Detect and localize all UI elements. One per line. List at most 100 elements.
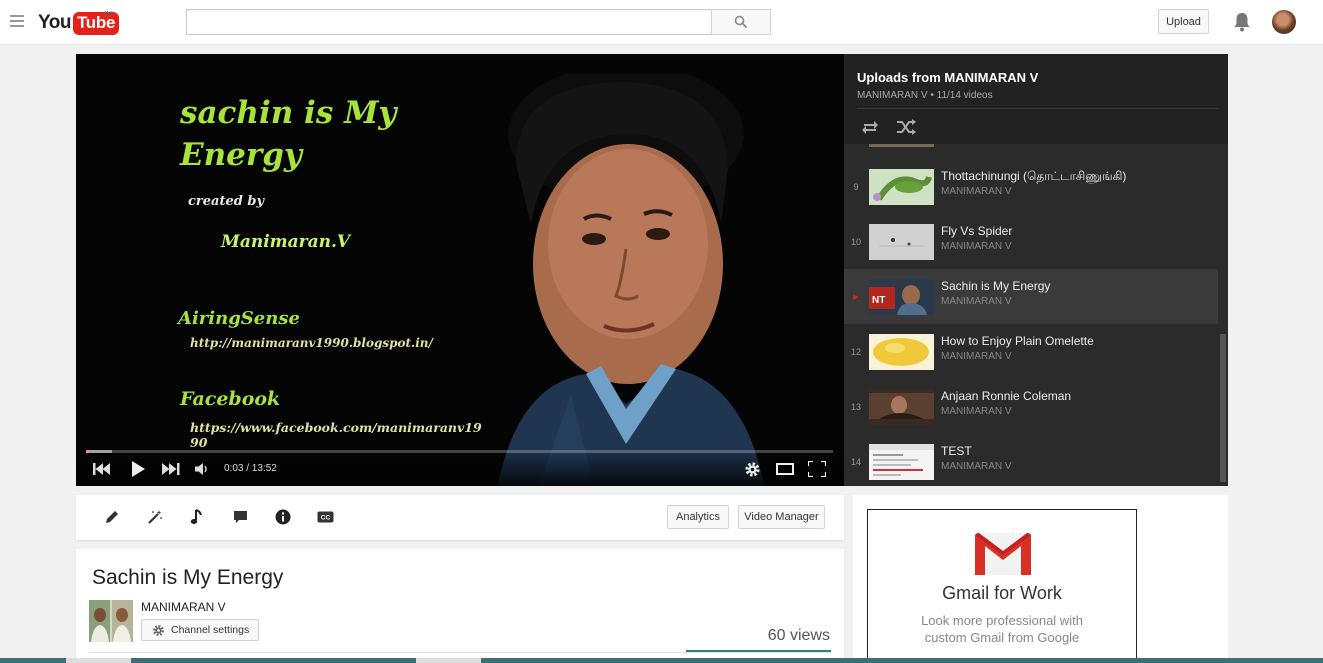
fullscreen-button[interactable] <box>807 460 827 478</box>
owner-name[interactable]: MANIMARAN V <box>141 600 226 614</box>
theater-mode-button[interactable] <box>775 460 795 478</box>
playlist-item[interactable]: 12 How to Enjoy Plain Omelette MANIMARAN V <box>844 324 1218 379</box>
gmail-ad[interactable]: Gmail for Work Look more professional wi… <box>867 509 1137 663</box>
magic-wand-icon <box>148 510 162 524</box>
loop-icon[interactable] <box>859 118 881 136</box>
playlist-item-index: 12 <box>850 346 861 357</box>
analytics-button[interactable]: Analytics <box>667 505 729 529</box>
playlist-item-index: ▶ <box>853 293 859 301</box>
playlist-item-thumbnail: NT <box>869 279 934 315</box>
audio-button[interactable] <box>188 508 206 526</box>
next-button[interactable] <box>161 460 181 478</box>
playlist-item-thumbnail <box>869 224 934 260</box>
guide-menu-icon[interactable] <box>10 15 24 27</box>
region-label: IN <box>104 10 112 19</box>
annotations-button[interactable] <box>231 508 249 526</box>
gear-icon <box>744 461 760 477</box>
playlist-item-index: 14 <box>850 456 861 467</box>
theater-mode-icon <box>776 463 794 475</box>
playlist-item[interactable]: ▶ NT Sachin is My Energy MANIMARAN V <box>844 269 1218 324</box>
fullscreen-icon <box>808 461 826 477</box>
playlist-subtitle: MANIMARAN V • 11/14 videos <box>857 90 993 101</box>
video-manager-button[interactable]: Video Manager <box>738 505 825 529</box>
ad-text: Look more professional with custom Gmail… <box>921 613 1083 645</box>
previous-icon <box>93 463 110 475</box>
overlay-facebook-url: https://www.facebook.com/manimaranv1990 <box>190 420 482 450</box>
cards-button[interactable] <box>274 508 292 526</box>
masthead: You Tube IN Upload <box>0 0 1323 45</box>
search-input[interactable] <box>186 9 712 35</box>
music-note-icon <box>190 509 202 524</box>
playlist-item-title: TEST <box>941 444 972 458</box>
overlay-blog-url: http://manimaranv1990.blogspot.in/ <box>190 336 433 350</box>
video-title: Sachin is My Energy <box>92 566 284 589</box>
settings-button[interactable] <box>742 460 762 478</box>
enhancements-button[interactable] <box>146 508 164 526</box>
gear-icon <box>153 624 164 636</box>
playlist-item-owner: MANIMARAN V <box>941 406 1012 417</box>
sidebar-ad-container: Gmail for Work Look more professional wi… <box>853 495 1228 663</box>
video-player[interactable]: sachin is My Energy created by Manimaran… <box>76 54 844 486</box>
playlist-item-index: 10 <box>850 236 861 247</box>
info-icon <box>275 509 291 525</box>
search-icon <box>734 15 748 29</box>
speech-bubble-icon <box>233 511 247 523</box>
playlist-scrollbar[interactable] <box>1218 144 1228 486</box>
playlist-item-owner: MANIMARAN V <box>941 461 1012 472</box>
playlist-item-owner: MANIMARAN V <box>941 296 1012 307</box>
logo-tube-text: Tube <box>72 11 120 35</box>
playlist-scrollbar-thumb[interactable] <box>1220 334 1226 482</box>
playlist-item-owner: MANIMARAN V <box>941 241 1012 252</box>
playlist-item-thumbnail <box>869 389 934 425</box>
playlist-item-owner: MANIMARAN V <box>941 186 1012 197</box>
shuffle-icon[interactable] <box>895 118 917 136</box>
playlist-item-owner: MANIMARAN V <box>941 351 1012 362</box>
playlist-item-thumbnail <box>869 334 934 370</box>
playlist-item-title: Fly Vs Spider <box>941 224 1013 238</box>
playlist-items: 9 Thottachinungi (தொட்டாசிணுங்கி) MANIMARA… <box>844 144 1218 486</box>
taskbar-tab-1[interactable] <box>66 658 131 663</box>
playlist-item[interactable]: 10 Fly Vs Spider MANIMARAN V <box>844 214 1218 269</box>
overlay-brand: AiringSense <box>178 308 300 329</box>
account-avatar[interactable] <box>1272 10 1296 34</box>
playlist-title[interactable]: Uploads from MANIMARAN V <box>857 70 1038 85</box>
gmail-logo-icon <box>975 533 1031 575</box>
playlist-panel: Uploads from MANIMARAN V MANIMARAN V • 1… <box>844 54 1228 486</box>
volume-button[interactable] <box>192 460 212 478</box>
previous-button[interactable] <box>92 460 112 478</box>
overlay-author: Manimaran.V <box>221 232 351 252</box>
video-portrait-image <box>497 74 765 486</box>
playlist-item[interactable]: 13 Anjaan Ronnie Coleman MANIMARAN V <box>844 379 1218 434</box>
upload-button[interactable]: Upload <box>1158 9 1209 34</box>
overlay-facebook-label: Facebook <box>180 388 281 410</box>
notifications-bell-icon[interactable] <box>1232 11 1252 33</box>
time-display: 0:03 / 13:52 <box>224 463 277 474</box>
play-button[interactable] <box>128 460 148 478</box>
pencil-icon <box>106 511 118 523</box>
search-button[interactable] <box>711 9 771 35</box>
playlist-item[interactable]: 9 Thottachinungi (தொட்டாசிணுங்கி) MANIMARA… <box>844 159 1218 214</box>
next-icon <box>162 463 180 475</box>
overlay-created-by: created by <box>188 194 264 209</box>
playlist-item-thumbnail <box>869 169 934 205</box>
progress-bar[interactable] <box>86 450 833 453</box>
taskbar-tab-2[interactable] <box>416 658 481 663</box>
playlist-item-partial <box>869 144 934 147</box>
view-count: 60 views <box>767 627 830 644</box>
subtitles-button[interactable]: CC <box>316 508 334 526</box>
playlist-item-index: 9 <box>853 181 859 192</box>
overlay-title: sachin is My Energy <box>180 95 397 173</box>
info-divider <box>89 652 831 653</box>
volume-icon <box>195 463 207 475</box>
playlist-item-title: How to Enjoy Plain Omelette <box>941 334 1094 348</box>
bottom-taskbar-strip <box>0 658 1323 663</box>
edit-button[interactable] <box>103 508 121 526</box>
owner-avatar[interactable] <box>89 600 133 642</box>
playlist-item-title: Anjaan Ronnie Coleman <box>941 389 1072 403</box>
creator-action-bar: CC Analytics Video Manager <box>76 495 844 540</box>
channel-settings-button[interactable]: Channel settings <box>141 619 259 641</box>
playlist-item[interactable]: 14 TEST MANIMARAN V <box>844 434 1218 486</box>
progress-buffered <box>86 450 113 453</box>
playlist-header: Uploads from MANIMARAN V MANIMARAN V • 1… <box>844 54 1228 144</box>
play-icon <box>132 461 145 477</box>
